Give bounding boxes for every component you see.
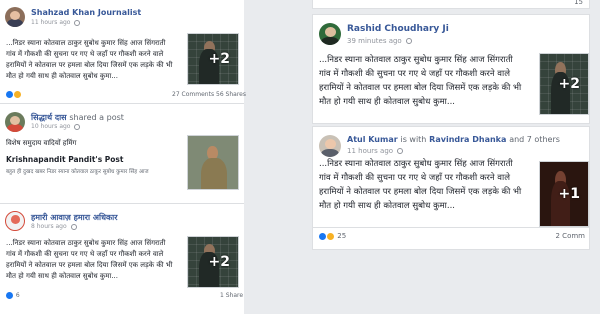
is-with-label: is with [400, 135, 427, 144]
feed-post: Rashid Choudhary Ji 39 minutes ago ...नि… [312, 14, 590, 124]
post-author-name[interactable]: Shahzad Khan Journalist [31, 8, 141, 17]
post-time: 11 hours ago [347, 147, 394, 155]
shared-post-source[interactable]: Krishnapandit Pandit's Post [6, 155, 123, 164]
post-text: ...निडर स्याना कोतवाल ठाकुर सुबोध कुमार … [6, 239, 173, 280]
post-author-name[interactable]: Rashid Choudhary Ji [347, 24, 449, 34]
avatar[interactable] [319, 135, 341, 157]
post-image[interactable]: +1 [539, 161, 589, 227]
reaction-count: 6 [15, 292, 20, 299]
post-image[interactable]: +2 [187, 33, 239, 85]
globe-icon [397, 148, 404, 154]
post-timestamp[interactable]: 11 hours ago [31, 19, 81, 26]
author-link[interactable]: Atul Kumar [347, 135, 398, 144]
post-time: 8 hours ago [31, 223, 67, 230]
post-stats[interactable]: 27 Comments 56 Shares [172, 91, 246, 98]
feed-post: Shahzad Khan Journalist 11 hours ago ...… [0, 0, 246, 104]
tagged-others-link[interactable]: and 7 others [509, 135, 560, 144]
feed-post: हमारी आवाज़ हमारा अधिकार 8 hours ago ...… [0, 204, 244, 314]
shared-post-text: बहुत ही दुखद खबर निडर स्याना कोतवाल ठाकु… [6, 169, 149, 175]
post-author-name[interactable]: Atul Kumar is with Ravindra Dhanka and 7… [347, 135, 560, 144]
like-icon [319, 232, 326, 240]
like-icon [6, 91, 13, 98]
share-count[interactable]: 56 Shares [216, 91, 246, 98]
tagged-friend-link[interactable]: Ravindra Dhanka [429, 135, 506, 144]
post-text: ...निडर स्याना कोतवाल ठाकुर सुबोध कुमार … [319, 159, 522, 211]
post-image[interactable]: +2 [187, 236, 239, 288]
right-feed-column: 15 Rashid Choudhary Ji 39 minutes ago ..… [312, 0, 590, 258]
author-link[interactable]: सिद्धार्थ दास [31, 113, 67, 122]
previous-post-count[interactable]: 15 [574, 0, 583, 6]
globe-icon [70, 223, 77, 230]
avatar[interactable] [5, 112, 25, 132]
shared-post-image[interactable] [187, 135, 239, 190]
post-timestamp[interactable]: 39 minutes ago [347, 37, 412, 45]
globe-icon [74, 123, 81, 130]
more-photos-count: +2 [208, 254, 230, 270]
post-text: ...निडर स्याना कोतवाल ठाकुर सुबोध कुमार … [6, 39, 173, 80]
post-time: 11 hours ago [31, 19, 71, 26]
previous-post-footer: 15 [312, 0, 590, 9]
post-time: 39 minutes ago [347, 37, 402, 45]
comment-count[interactable]: 2 Comm [556, 232, 586, 240]
post-timestamp[interactable]: 10 hours ago [31, 123, 81, 130]
post-stats[interactable]: 2 Comm [556, 232, 586, 240]
share-count[interactable]: 1 Share [220, 292, 243, 299]
post-image[interactable]: +2 [539, 53, 589, 115]
reaction-summary[interactable] [6, 91, 22, 98]
post-author-name[interactable]: सिद्धार्थ दास shared a post [31, 112, 124, 123]
globe-icon [74, 19, 81, 26]
avatar[interactable] [319, 23, 341, 45]
avatar[interactable] [5, 211, 25, 231]
feed-post: सिद्धार्थ दास shared a post 10 hours ago… [0, 104, 244, 204]
reaction-summary[interactable]: 25 [319, 232, 346, 240]
feed-post: Atul Kumar is with Ravindra Dhanka and 7… [312, 126, 590, 250]
reaction-count: 25 [337, 232, 347, 240]
post-text: ...निडर स्याना कोतवाल ठाकुर सुबोध कुमार … [319, 55, 522, 107]
haha-icon [14, 91, 21, 98]
reactions-divider [313, 227, 589, 228]
post-author-name[interactable]: हमारी आवाज़ हमारा अधिकार [31, 212, 117, 223]
haha-icon [327, 232, 334, 240]
post-timestamp[interactable]: 8 hours ago [31, 223, 77, 230]
post-time: 10 hours ago [31, 123, 71, 130]
shared-a-post-label: shared a post [69, 113, 124, 122]
post-text: विशेष समुदाय वादियों हमिंग [6, 139, 77, 147]
comment-count[interactable]: 27 Comments [172, 91, 214, 98]
reaction-summary[interactable]: 6 [6, 292, 20, 299]
more-photos-count: +1 [558, 186, 580, 202]
like-icon [6, 292, 13, 299]
left-feed-column: Shahzad Khan Journalist 11 hours ago ...… [0, 0, 246, 314]
post-timestamp[interactable]: 11 hours ago [347, 147, 404, 155]
avatar[interactable] [5, 7, 25, 27]
more-photos-count: +2 [558, 76, 580, 92]
post-stats[interactable]: 1 Share [220, 292, 243, 299]
more-photos-count: +2 [208, 51, 230, 67]
globe-icon [405, 38, 412, 44]
